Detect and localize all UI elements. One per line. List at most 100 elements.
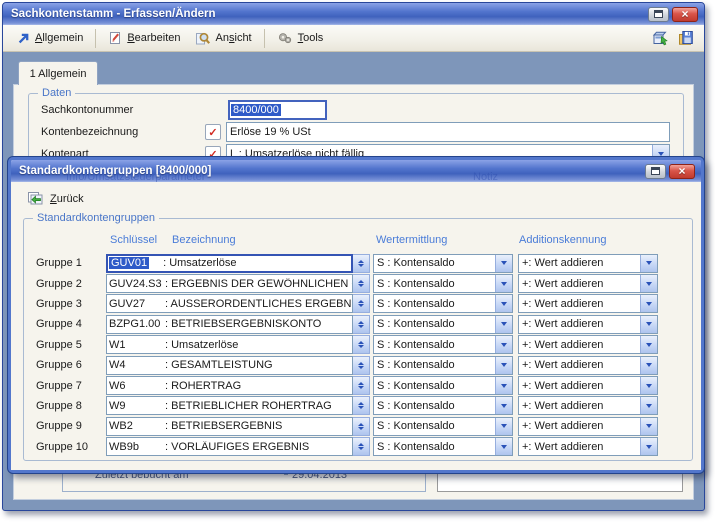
close-button[interactable]: × — [672, 7, 698, 22]
additionskennung-select[interactable]: +: Wert addieren — [518, 254, 658, 273]
schluessel-field[interactable]: W1: Umsatzerlöse — [106, 335, 353, 354]
dropdown-arrow-icon[interactable] — [495, 316, 512, 333]
dropdown-arrow-icon[interactable] — [640, 357, 657, 374]
additionskennung-select[interactable]: +: Wert addieren — [518, 396, 658, 415]
menu-ansicht[interactable]: Ansicht — [189, 28, 258, 48]
additionskennung-select[interactable]: +: Wert addieren — [518, 437, 658, 456]
wertermittlung-select[interactable]: S : Kontensaldo — [373, 376, 513, 395]
additionskennung-value: +: Wert addieren — [522, 298, 603, 310]
dropdown-arrow-icon[interactable] — [640, 397, 657, 414]
group-row: Gruppe 4BZPG1.00: BETRIEBSERGEBNISKONTOS… — [24, 314, 692, 334]
schluessel-value: W4 — [107, 359, 165, 371]
additionskennung-select[interactable]: +: Wert addieren — [518, 315, 658, 334]
key-spinner-button[interactable] — [353, 315, 370, 334]
back-button[interactable]: Zurück — [22, 189, 89, 208]
standardkontengruppen-groupbox: Standardkontengruppen Schlüssel Bezeichn… — [23, 218, 693, 461]
additionskennung-select[interactable]: +: Wert addieren — [518, 356, 658, 375]
check-button[interactable]: ✓ — [205, 124, 221, 140]
wertermittlung-select[interactable]: S : Kontensaldo — [373, 274, 513, 293]
key-spinner-button[interactable] — [353, 254, 370, 273]
wertermittlung-select[interactable]: S : Kontensaldo — [373, 315, 513, 334]
additionskennung-select[interactable]: +: Wert addieren — [518, 335, 658, 354]
wertermittlung-select[interactable]: S : Kontensaldo — [373, 254, 513, 273]
bezeichnung-value: : GESAMTLEISTUNG — [165, 359, 352, 371]
dropdown-arrow-icon[interactable] — [640, 255, 657, 272]
dialog-titlebar[interactable]: Standardkontengruppen [8400/000] Info/Um… — [11, 160, 701, 182]
group-row: Gruppe 2GUV24.S3: ERGEBNIS DER GEWÖHNLIC… — [24, 273, 692, 293]
schluessel-field[interactable]: GUV27: AUSSERORDENTLICHES ERGEBNIS — [106, 294, 353, 313]
main-titlebar[interactable]: Sachkontenstamm - Erfassen/Ändern × — [3, 3, 704, 25]
schluessel-field[interactable]: WB9b: VORLÄUFIGES ERGEBNIS — [106, 437, 353, 456]
bezeichnung-value: : ROHERTRAG — [165, 380, 352, 392]
wertermittlung-select[interactable]: S : Kontensaldo — [373, 417, 513, 436]
key-spinner-button[interactable] — [353, 335, 370, 354]
wertermittlung-select[interactable]: S : Kontensaldo — [373, 396, 513, 415]
group-rows: Gruppe 1GUV01: UmsatzerlöseS : Kontensal… — [24, 253, 692, 457]
dropdown-arrow-icon[interactable] — [640, 275, 657, 292]
wertermittlung-select[interactable]: S : Kontensaldo — [373, 294, 513, 313]
schluessel-field[interactable]: GUV01: Umsatzerlöse — [106, 254, 353, 273]
dropdown-arrow-icon[interactable] — [495, 275, 512, 292]
dropdown-arrow-icon[interactable] — [640, 418, 657, 435]
sachkontonummer-value: 8400/000 — [231, 104, 281, 116]
dropdown-arrow-icon[interactable] — [495, 397, 512, 414]
schluessel-value: GUV01 — [109, 257, 149, 269]
sachkontonummer-input[interactable]: 8400/000 — [228, 100, 327, 120]
schluessel-value: GUV24.S3 — [107, 278, 165, 290]
additionskennung-value: +: Wert addieren — [522, 359, 603, 371]
schluessel-field[interactable]: GUV24.S3: ERGEBNIS DER GEWÖHNLICHEN GES — [106, 274, 353, 293]
wertermittlung-select[interactable]: S : Kontensaldo — [373, 356, 513, 375]
bezeichnung-value: : BETRIEBLICHER ROHERTRAG — [165, 400, 352, 412]
schluessel-field[interactable]: W6: ROHERTRAG — [106, 376, 353, 395]
dropdown-arrow-icon[interactable] — [640, 377, 657, 394]
back-label: Zurück — [50, 193, 84, 205]
schluessel-field[interactable]: BZPG1.00: BETRIEBSERGEBNISKONTO — [106, 315, 353, 334]
key-spinner-button[interactable] — [353, 356, 370, 375]
menu-separator — [95, 29, 96, 48]
dropdown-arrow-icon[interactable] — [495, 377, 512, 394]
key-spinner-button[interactable] — [353, 274, 370, 293]
additionskennung-select[interactable]: +: Wert addieren — [518, 417, 658, 436]
key-spinner-button[interactable] — [353, 417, 370, 436]
key-spinner-button[interactable] — [353, 437, 370, 456]
schluessel-field[interactable]: W9: BETRIEBLICHER ROHERTRAG — [106, 396, 353, 415]
restore-button[interactable] — [645, 164, 666, 179]
daten-legend: Daten — [38, 87, 75, 99]
menu-tools[interactable]: Tools — [271, 28, 330, 48]
dropdown-arrow-icon[interactable] — [640, 438, 657, 455]
key-spinner-button[interactable] — [353, 396, 370, 415]
dropdown-arrow-icon[interactable] — [640, 336, 657, 353]
dialog-body: Zurück Standardkontengruppen Schlüssel B… — [11, 182, 701, 470]
additionskennung-value: +: Wert addieren — [522, 257, 603, 269]
key-spinner-button[interactable] — [353, 376, 370, 395]
dropdown-arrow-icon[interactable] — [640, 316, 657, 333]
package-arrow-button[interactable] — [652, 30, 669, 46]
wertermittlung-select[interactable]: S : Kontensaldo — [373, 437, 513, 456]
additionskennung-select[interactable]: +: Wert addieren — [518, 376, 658, 395]
tab-allgemein[interactable]: 1 Allgemein — [18, 61, 98, 85]
additionskennung-select[interactable]: +: Wert addieren — [518, 274, 658, 293]
dropdown-arrow-icon[interactable] — [495, 295, 512, 312]
menu-allgemein[interactable]: Allgemein — [11, 29, 89, 48]
group-row: Gruppe 6W4: GESAMTLEISTUNGS : Kontensald… — [24, 355, 692, 375]
dropdown-arrow-icon[interactable] — [495, 357, 512, 374]
dropdown-arrow-icon[interactable] — [495, 438, 512, 455]
save-button[interactable] — [678, 30, 694, 46]
additionskennung-select[interactable]: +: Wert addieren — [518, 294, 658, 313]
kontenbezeichnung-input[interactable]: Erlöse 19 % USt — [226, 122, 670, 142]
restore-button[interactable] — [648, 7, 669, 22]
bezeichnung-value: : ERGEBNIS DER GEWÖHNLICHEN GES — [165, 278, 352, 290]
groupbox-legend: Standardkontengruppen — [33, 212, 159, 224]
additionskennung-value: +: Wert addieren — [522, 339, 603, 351]
schluessel-field[interactable]: WB2: BETRIEBSERGEBNIS — [106, 417, 353, 436]
schluessel-field[interactable]: W4: GESAMTLEISTUNG — [106, 356, 353, 375]
menu-bearbeiten[interactable]: Bearbeiten — [102, 28, 186, 48]
close-icon: × — [681, 8, 688, 20]
dropdown-arrow-icon[interactable] — [495, 255, 512, 272]
dropdown-arrow-icon[interactable] — [495, 336, 512, 353]
close-button[interactable]: × — [669, 164, 695, 179]
key-spinner-button[interactable] — [353, 294, 370, 313]
wertermittlung-select[interactable]: S : Kontensaldo — [373, 335, 513, 354]
dropdown-arrow-icon[interactable] — [495, 418, 512, 435]
dropdown-arrow-icon[interactable] — [640, 295, 657, 312]
